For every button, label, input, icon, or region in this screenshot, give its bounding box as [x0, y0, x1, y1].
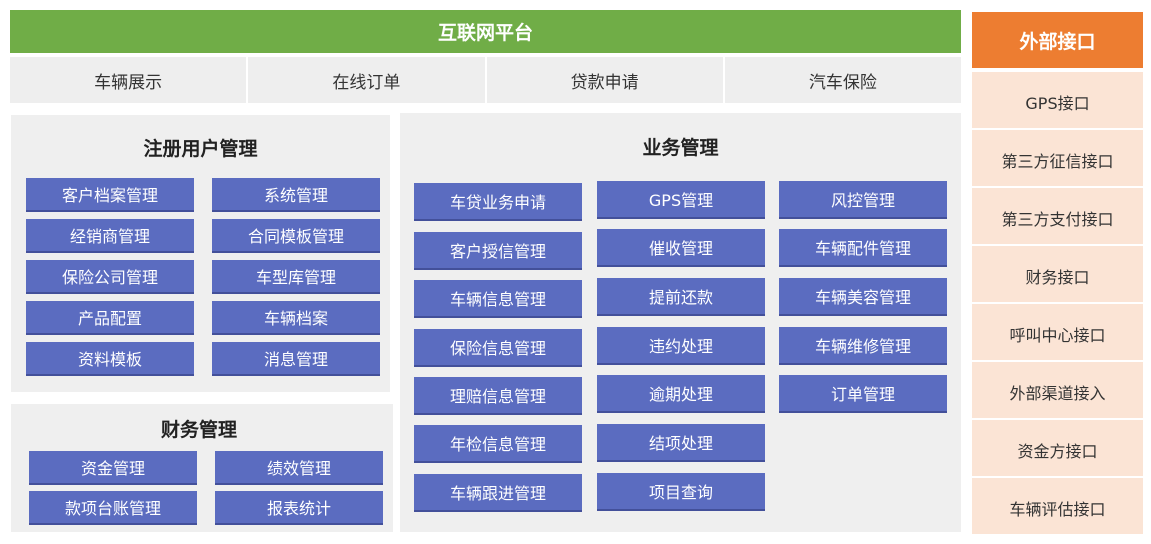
- module-system: 系统管理: [212, 178, 380, 212]
- module-insurance-info: 保险信息管理: [414, 329, 582, 367]
- module-gps: GPS管理: [597, 181, 765, 219]
- channel-vehicle-display: 车辆展示: [10, 57, 247, 103]
- module-order: 订单管理: [779, 375, 947, 413]
- module-vehicle-model-library: 车型库管理: [212, 260, 380, 294]
- platform-title: 互联网平台: [437, 22, 533, 44]
- ext-divider: [972, 302, 1143, 304]
- module-vehicle-info: 车辆信息管理: [414, 280, 582, 318]
- user-management-panel: 注册用户管理 客户档案管理 经销商管理 保险公司管理 产品配置 资料模板 系统管…: [11, 115, 390, 392]
- finance-management-panel: 财务管理 资金管理 款项台账管理 绩效管理 报表统计: [11, 404, 393, 532]
- external-interface-header: 外部接口: [972, 12, 1143, 68]
- ext-divider: [972, 476, 1143, 478]
- module-insurance-company: 保险公司管理: [26, 260, 194, 294]
- module-project-query: 项目查询: [597, 473, 765, 511]
- module-vehicle-follow-up: 车辆跟进管理: [414, 474, 582, 512]
- external-interface-title: 外部接口: [1019, 30, 1096, 53]
- module-annual-inspection-info: 年检信息管理: [414, 425, 582, 463]
- platform-title-bar: 互联网平台: [10, 10, 961, 53]
- module-claim-info: 理赔信息管理: [414, 377, 582, 415]
- channel-online-order: 在线订单: [246, 57, 485, 103]
- module-vehicle-repair: 车辆维修管理: [779, 327, 947, 365]
- ext-divider: [972, 244, 1143, 246]
- channel-car-insurance: 汽车保险: [722, 57, 961, 103]
- business-management-panel: 业务管理 车贷业务申请 客户授信管理 车辆信息管理 保险信息管理 理赔信息管理 …: [400, 113, 961, 532]
- module-risk-control: 风控管理: [779, 181, 947, 219]
- module-vehicle-archive: 车辆档案: [212, 301, 380, 335]
- ext-funder-interface: 资金方接口: [1017, 442, 1098, 461]
- module-customer-credit: 客户授信管理: [414, 232, 582, 270]
- ext-payment-interface: 第三方支付接口: [1001, 210, 1114, 229]
- module-dealer: 经销商管理: [26, 219, 194, 253]
- module-funds: 资金管理: [29, 451, 197, 485]
- module-vehicle-parts: 车辆配件管理: [779, 229, 947, 267]
- module-product-config: 产品配置: [26, 301, 194, 335]
- module-project-closure: 结项处理: [597, 424, 765, 462]
- module-message: 消息管理: [212, 342, 380, 376]
- finance-management-title: 财务管理: [160, 419, 237, 441]
- ext-credit-interface: 第三方征信接口: [1001, 152, 1114, 171]
- module-car-loan-application: 车贷业务申请: [414, 183, 582, 221]
- business-management-title: 业务管理: [642, 137, 719, 159]
- module-report-statistics: 报表统计: [215, 491, 383, 525]
- module-overdue-handling: 逾期处理: [597, 375, 765, 413]
- ext-call-center-interface: 呼叫中心接口: [1009, 326, 1106, 345]
- ext-divider: [972, 360, 1143, 362]
- user-management-title: 注册用户管理: [143, 138, 258, 160]
- ext-divider: [972, 128, 1143, 130]
- ext-vehicle-assessment-interface: 车辆评估接口: [1009, 500, 1106, 519]
- module-vehicle-beauty: 车辆美容管理: [779, 278, 947, 316]
- channel-row: 车辆展示 在线订单 贷款申请 汽车保险: [10, 57, 961, 103]
- external-interface-list: GPS接口 第三方征信接口 第三方支付接口 财务接口 呼叫中心接口 外部渠道接入…: [972, 72, 1143, 534]
- module-payment-ledger: 款项台账管理: [29, 491, 197, 525]
- module-collection: 催收管理: [597, 229, 765, 267]
- module-customer-archive: 客户档案管理: [26, 178, 194, 212]
- ext-external-channel: 外部渠道接入: [1009, 384, 1106, 403]
- module-performance: 绩效管理: [215, 451, 383, 485]
- module-document-template: 资料模板: [26, 342, 194, 376]
- ext-gps-interface: GPS接口: [1025, 94, 1090, 113]
- channel-loan-application: 贷款申请: [484, 57, 723, 103]
- ext-divider: [972, 186, 1143, 188]
- module-early-repayment: 提前还款: [597, 278, 765, 316]
- ext-divider: [972, 418, 1143, 420]
- module-default-handling: 违约处理: [597, 327, 765, 365]
- module-contract-template: 合同模板管理: [212, 219, 380, 253]
- ext-finance-interface: 财务接口: [1025, 268, 1090, 287]
